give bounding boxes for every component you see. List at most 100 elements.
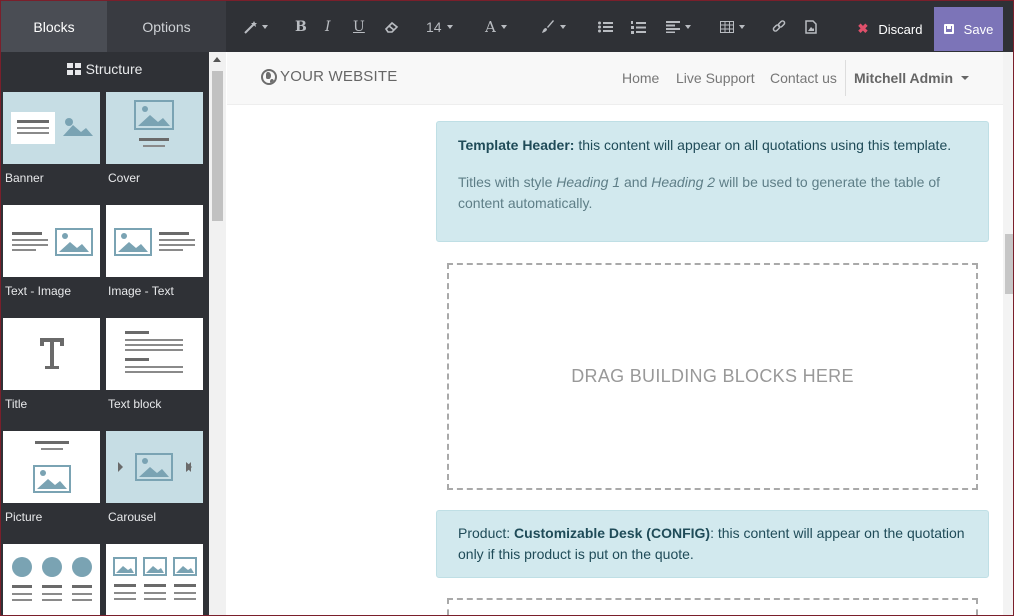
nav-link-live-support[interactable]: Live Support [676, 70, 755, 86]
block-image-text[interactable]: Image - Text [106, 205, 203, 298]
block-features[interactable] [3, 544, 100, 615]
chevron-down-icon [560, 25, 566, 29]
alert-em: Heading 2 [651, 174, 716, 190]
drop-zone-secondary[interactable] [447, 598, 978, 615]
italic-icon: I [325, 19, 331, 35]
carousel-thumbnail [106, 431, 203, 503]
three-columns-preview-icon [113, 557, 197, 600]
alert-line-1: Template Header: this content will appea… [458, 135, 967, 156]
block-label: Carousel [108, 510, 157, 524]
eraser-button[interactable] [385, 18, 399, 36]
bold-icon: B [295, 19, 307, 35]
save-button[interactable]: Save [934, 7, 1003, 51]
block-cover[interactable]: Cover [106, 92, 203, 185]
alert-em: Heading 1 [556, 174, 621, 190]
tab-blocks[interactable]: Blocks [1, 1, 107, 52]
unordered-list-button[interactable] [598, 18, 613, 36]
magic-wand-dropdown[interactable] [243, 18, 268, 36]
chevron-down-icon [739, 25, 745, 29]
section-title-label: Structure [85, 61, 143, 77]
cover-thumbnail [106, 92, 203, 164]
underline-button[interactable]: U [353, 18, 365, 36]
block-picture[interactable]: Picture [3, 431, 100, 524]
chevron-down-icon [262, 25, 268, 29]
alert-line-2: Titles with style Heading 1 and Heading … [458, 172, 967, 214]
block-banner[interactable]: Banner [3, 92, 100, 185]
align-left-icon [666, 21, 680, 33]
editor-window: Blocks Options Structure Banner Cover Te… [0, 0, 1014, 616]
snippets-sidebar: Blocks Options Structure Banner Cover Te… [1, 1, 226, 615]
grid-icon [66, 63, 81, 75]
picture-thumbnail [3, 431, 100, 503]
website-navbar: YOUR WEBSITE Home Live Support Contact u… [227, 52, 1003, 105]
alert-text: this content will appear on all quotatio… [574, 137, 952, 153]
align-dropdown[interactable] [666, 18, 691, 36]
block-title[interactable]: Title [3, 318, 100, 411]
discard-label: Discard [878, 21, 923, 37]
title-t-icon [40, 338, 64, 369]
scroll-up-arrow-icon[interactable] [213, 57, 221, 62]
chevron-down-icon [961, 76, 970, 80]
ordered-list-icon [631, 20, 646, 34]
block-label: Banner [5, 171, 44, 185]
image-button[interactable] [805, 18, 817, 36]
text-block-preview-icon [125, 331, 183, 373]
unordered-list-icon [598, 21, 613, 33]
sidebar-scroll-thumb[interactable] [212, 71, 223, 221]
close-icon: ✖ [857, 21, 869, 36]
nav-link-contact-us[interactable]: Contact us [770, 70, 837, 86]
underline-icon: U [353, 19, 365, 35]
table-icon [720, 21, 734, 33]
italic-button[interactable]: I [325, 18, 331, 36]
block-label: Text block [108, 397, 162, 411]
chevron-down-icon [685, 25, 691, 29]
table-dropdown[interactable] [720, 18, 745, 36]
product-name: Customizable Desk (CONFIG) [514, 525, 711, 541]
link-icon [772, 20, 786, 32]
nav-link-home[interactable]: Home [622, 70, 659, 86]
alert-text: Product: [458, 525, 515, 541]
text-image-preview-icon [12, 228, 93, 256]
background-color-dropdown[interactable] [541, 18, 566, 36]
floppy-disk-icon [943, 24, 954, 34]
block-carousel[interactable]: Carousel [106, 431, 203, 524]
website-logo[interactable]: YOUR WEBSITE [261, 68, 397, 85]
discard-button[interactable]: ✖ Discard [846, 7, 934, 51]
block-text-image[interactable]: Text - Image [3, 205, 100, 298]
drop-zone-text: DRAG BUILDING BLOCKS HERE [571, 366, 854, 386]
link-button[interactable] [772, 18, 786, 36]
page-scroll-thumb[interactable] [1005, 234, 1013, 294]
paint-brush-icon [542, 20, 554, 33]
features-preview-icon [12, 557, 92, 601]
template-header-alert[interactable]: Template Header: this content will appea… [436, 121, 989, 242]
image-icon [805, 20, 817, 34]
alert-text: and [620, 174, 652, 190]
tab-options[interactable]: Options [107, 1, 226, 52]
carousel-preview-icon [118, 453, 192, 481]
save-label: Save [963, 21, 994, 37]
eraser-icon [385, 21, 399, 33]
font-size-value: 14 [426, 19, 442, 35]
banner-preview-icon [11, 112, 93, 144]
picture-preview-icon [33, 441, 71, 493]
image-text-preview-icon [114, 228, 195, 256]
text-image-thumbnail [3, 205, 100, 277]
user-menu[interactable]: Mitchell Admin [854, 70, 970, 86]
title-thumbnail [3, 318, 100, 390]
block-label: Image - Text [108, 284, 174, 298]
bold-button[interactable]: B [295, 18, 307, 36]
block-label: Title [5, 397, 28, 411]
nav-divider [845, 60, 846, 96]
product-alert[interactable]: Product: Customizable Desk (CONFIG): thi… [436, 510, 989, 578]
magic-wand-icon [244, 21, 257, 34]
font-size-select[interactable]: 14 [426, 18, 453, 36]
drop-zone[interactable]: DRAG BUILDING BLOCKS HERE [447, 263, 978, 490]
ordered-list-button[interactable] [631, 18, 646, 36]
block-three-columns[interactable] [106, 544, 203, 615]
alert-text: Titles with style [458, 174, 557, 190]
font-color-dropdown[interactable]: A [485, 18, 507, 36]
block-text-block[interactable]: Text block [106, 318, 203, 411]
sidebar-tabs: Blocks Options [1, 1, 226, 52]
page-scrollbar[interactable] [1003, 52, 1013, 615]
block-label: Text - Image [5, 284, 72, 298]
